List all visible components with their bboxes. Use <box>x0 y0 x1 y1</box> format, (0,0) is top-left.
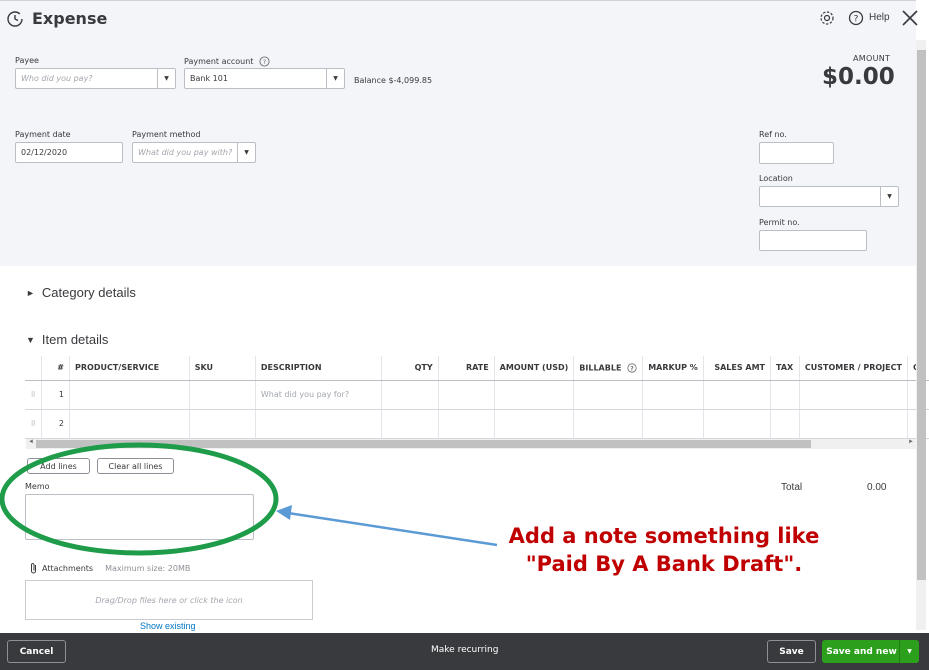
chevron-down-icon[interactable]: ▼ <box>899 640 919 663</box>
annotation-line-1: Add a note something like <box>508 524 820 548</box>
save-and-new-label: Save and new <box>826 646 897 657</box>
save-and-new-button[interactable]: Save and new ▼ <box>822 640 919 663</box>
save-button[interactable]: Save <box>767 640 816 663</box>
annotation-ellipse <box>0 442 279 556</box>
annotation-line-2: "Paid By A Bank Draft". <box>525 552 803 576</box>
annotation-arrow-line <box>287 511 498 547</box>
cancel-button[interactable]: Cancel <box>7 640 66 663</box>
annotation-text: Add a note something like "Paid By A Ban… <box>480 522 848 578</box>
make-recurring-link[interactable]: Make recurring <box>431 645 498 655</box>
annotation-arrowhead <box>276 505 292 520</box>
